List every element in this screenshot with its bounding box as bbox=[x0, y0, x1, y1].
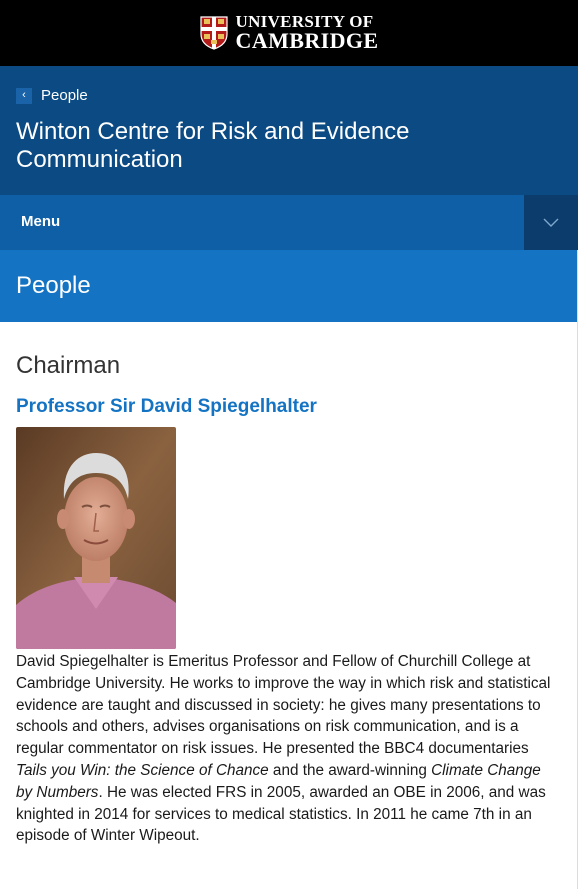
menu-bar[interactable]: Menu bbox=[0, 195, 578, 250]
person-name-link[interactable]: Professor Sir David Spiegelhalter bbox=[16, 396, 317, 418]
back-to-people-link[interactable]: ‹ People bbox=[16, 87, 88, 104]
bio-text-1: David Spiegelhalter is Emeritus Professo… bbox=[16, 653, 551, 758]
logo-line-2: CAMBRIDGE bbox=[235, 27, 379, 53]
bio-text-2: and the award-winning bbox=[268, 761, 432, 779]
back-link-label: People bbox=[41, 87, 88, 104]
university-topbar: UNIVERSITY OF CAMBRIDGE bbox=[0, 0, 578, 66]
person-photo bbox=[16, 427, 176, 649]
menu-label[interactable]: Menu bbox=[21, 213, 60, 230]
portrait-image bbox=[16, 427, 176, 649]
menu-toggle-button[interactable] bbox=[524, 195, 578, 250]
site-title[interactable]: Winton Centre for Risk and Evidence Comm… bbox=[16, 118, 536, 174]
person-biography: David Spiegelhalter is Emeritus Professo… bbox=[16, 651, 561, 847]
chevron-left-icon: ‹ bbox=[16, 87, 32, 104]
bio-documentary-title-1: Tails you Win: the Science of Chance bbox=[16, 761, 269, 779]
university-logo[interactable]: UNIVERSITY OF CAMBRIDGE bbox=[199, 13, 379, 53]
chevron-down-icon bbox=[543, 218, 559, 227]
page-title-bar: People bbox=[0, 250, 578, 322]
page-title: People bbox=[16, 272, 91, 299]
section-heading: Chairman bbox=[16, 352, 121, 379]
site-header: ‹ People Winton Centre for Risk and Evid… bbox=[0, 66, 578, 195]
cambridge-crest-icon bbox=[199, 16, 228, 50]
